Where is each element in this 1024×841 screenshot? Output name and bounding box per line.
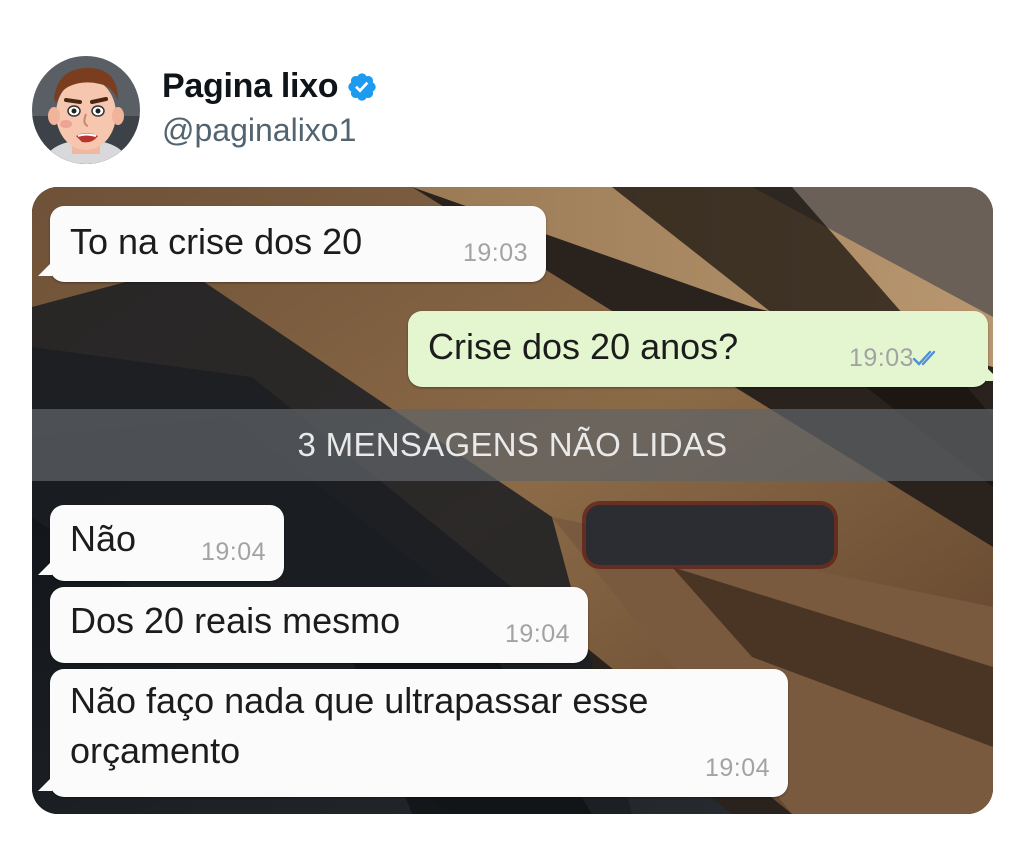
double-check-icon	[912, 350, 936, 366]
message-text: Crise dos 20 anos?	[428, 326, 739, 367]
verified-badge-icon[interactable]	[346, 71, 378, 103]
name-row: Pagina lixo	[162, 67, 378, 106]
message-text-line-2: orçamento	[70, 730, 241, 771]
message-bubble-incoming[interactable]: Não 19:04	[38, 505, 284, 581]
message-text: Não	[70, 518, 137, 559]
redacted-message-blur	[586, 505, 834, 565]
bubble-tail	[38, 561, 52, 575]
message-bubble-incoming[interactable]: Dos 20 reais mesmo 19:04	[50, 587, 588, 663]
message-time: 19:03	[848, 344, 914, 372]
message-text: Dos 20 reais mesmo	[70, 600, 401, 641]
display-name[interactable]: Pagina lixo	[162, 67, 339, 106]
tweet-header: Pagina lixo @paginalixo1	[32, 56, 378, 164]
message-text-line-1: Não faço nada que ultrapassar esse	[70, 680, 649, 721]
bubble-tail	[38, 777, 52, 791]
bubble-tail	[986, 367, 993, 381]
unread-messages-banner: 3 MENSAGENS NÃO LIDAS	[32, 409, 993, 481]
message-time: 19:04	[200, 538, 266, 566]
message-bubble-incoming[interactable]: To na crise dos 20 19:03	[38, 206, 546, 282]
message-bubble-incoming[interactable]: Não faço nada que ultrapassar esse orçam…	[38, 669, 788, 797]
account-handle[interactable]: @paginalixo1	[162, 112, 378, 149]
message-text: To na crise dos 20	[70, 221, 363, 262]
message-time: 19:04	[704, 754, 770, 782]
avatar-cartoon-face-icon	[32, 56, 140, 164]
avatar[interactable]	[32, 56, 140, 164]
chat-screenshot-image[interactable]: To na crise dos 20 19:03 Crise dos 20 an…	[32, 187, 993, 814]
message-time: 19:03	[462, 239, 528, 267]
message-time: 19:04	[504, 620, 570, 648]
tweet-card: Pagina lixo @paginalixo1 To na crise dos…	[0, 0, 1024, 841]
account-names: Pagina lixo @paginalixo1	[162, 67, 378, 149]
bubble-tail	[38, 262, 52, 276]
message-bubble-outgoing[interactable]: Crise dos 20 anos? 19:03	[408, 311, 993, 387]
